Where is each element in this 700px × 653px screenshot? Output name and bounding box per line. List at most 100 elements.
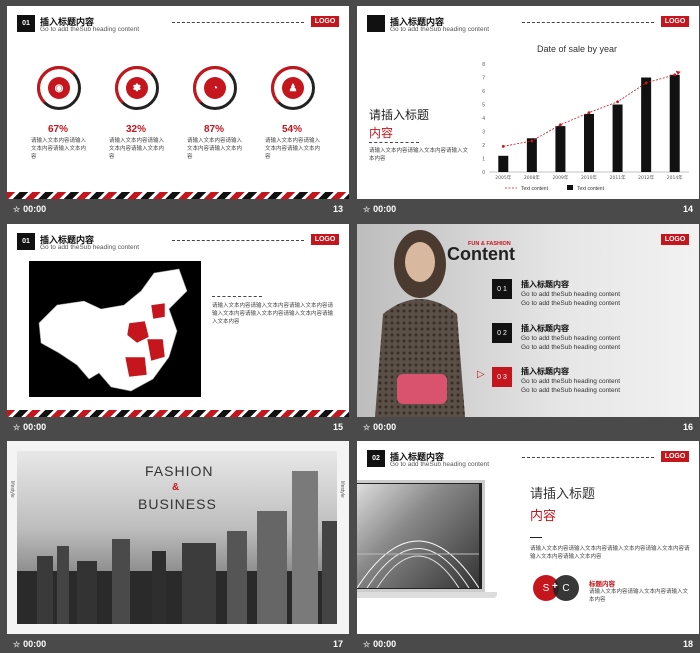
china-map <box>29 261 201 397</box>
line-point <box>501 144 505 148</box>
header-subtitle: Go to add theSub heading content <box>390 26 490 33</box>
item-title: 插入标题内容 <box>521 280 569 289</box>
slide-info-bar: ☆ 00:00 18 <box>357 634 699 653</box>
y-tick-label: 0 <box>482 170 485 176</box>
item-number-box: 0 1 <box>492 279 512 299</box>
logo: LOGO <box>661 234 689 245</box>
slide-thumb-18[interactable]: 02 插入标题内容 Go to add theSub heading conte… <box>357 441 699 653</box>
line-point <box>559 123 562 127</box>
slide-thumb-17[interactable]: FASHION & BUSINESS lifestyle lifestyle ☆… <box>7 441 349 653</box>
side-text: lifestyle <box>9 481 15 498</box>
section-number: 01 <box>17 15 35 32</box>
slide-title: 请插入标题 <box>369 108 430 122</box>
headline-word: BUSINESS <box>138 496 217 512</box>
y-tick-label: 8 <box>482 62 485 68</box>
item-number: 0 2 <box>497 329 507 337</box>
logo: LOGO <box>661 451 689 462</box>
timing-label: 00:00 <box>23 204 47 214</box>
header-subtitle: Go to add theSub heading content <box>40 244 140 251</box>
stat-text: 请输入文本内容请输入文本内容请输入文本内容 <box>109 138 165 160</box>
label-text: 请输入文本内容请输入文本内容请输入文本内容 <box>589 589 689 603</box>
header-divider <box>522 22 654 23</box>
item-number-box: 0 3 <box>492 367 512 387</box>
qq-penguin-icon: ♟ <box>282 77 304 99</box>
logo: LOGO <box>661 16 689 27</box>
timing-label: 00:00 <box>373 204 397 214</box>
item-subtitle: Go to add theSub heading content <box>521 291 621 298</box>
baidu-paw-icon: ✽ <box>126 77 148 99</box>
bar <box>641 77 652 172</box>
item-subtitle: Go to add theSub heading content <box>521 300 621 307</box>
item-subtitle: Go to add theSub heading content <box>521 378 621 385</box>
section-number-box <box>367 15 385 32</box>
slide-16: LOGO FUN & FASHION Content 0 1 插入标题内容 Go… <box>357 224 699 417</box>
star-icon[interactable]: ☆ <box>13 640 20 649</box>
slide-info-bar: ☆ 00:00 17 <box>7 634 349 653</box>
bar <box>612 104 623 172</box>
x-tick-label: 2009年 <box>552 174 568 181</box>
stat-ring-2: ✽ <box>115 66 159 110</box>
chart-title: Date of sale by year <box>537 44 618 54</box>
slide-number: 16 <box>682 422 693 432</box>
timing-label: 00:00 <box>373 422 397 432</box>
bar <box>555 126 566 172</box>
slide-info-bar: ☆ 00:00 14 <box>357 199 699 218</box>
item-title: 插入标题内容 <box>521 367 569 376</box>
header-divider <box>172 22 304 23</box>
slide-thumb-13[interactable]: 01 插入标题内容 Go to add theSub heading conte… <box>7 6 349 218</box>
y-tick-label: 4 <box>482 116 485 122</box>
x-tick-label: 2005年 <box>495 174 511 181</box>
star-icon[interactable]: ☆ <box>13 423 20 432</box>
star-icon[interactable]: ☆ <box>363 640 370 649</box>
item-subtitle: Go to add theSub heading content <box>521 335 621 342</box>
slide-title: 请插入标题 <box>530 487 596 502</box>
logo: LOGO <box>311 16 339 27</box>
legend-label: Text content <box>577 186 605 192</box>
legend-label: Text content <box>521 186 549 192</box>
content-heading: Content <box>447 244 515 264</box>
map-land <box>38 268 188 392</box>
item-arrow-icon: ▷ <box>477 369 485 380</box>
slide-thumb-14[interactable]: 插入标题内容 Go to add theSub heading content … <box>357 6 699 218</box>
item-subtitle: Go to add theSub heading content <box>521 344 621 351</box>
stripe-border <box>7 192 349 199</box>
stat-text: 请输入文本内容请输入文本内容请输入文本内容 <box>31 138 87 160</box>
slide-thumb-15[interactable]: 01 插入标题内容 Go to add theSub heading conte… <box>7 224 349 436</box>
timing-label: 00:00 <box>23 422 47 432</box>
side-text: lifestyle <box>339 481 345 498</box>
header-divider <box>172 240 304 241</box>
slide-number: 14 <box>682 204 693 214</box>
stat-text: 请输入文本内容请输入文本内容请输入文本内容 <box>187 138 243 160</box>
star-icon[interactable]: ☆ <box>363 205 370 214</box>
line-point <box>587 111 591 114</box>
slide-15: 01 插入标题内容 Go to add theSub heading conte… <box>7 224 349 417</box>
circle-plus: + <box>552 581 558 592</box>
slide-number: 17 <box>332 639 343 649</box>
bar <box>498 155 509 172</box>
header-divider <box>522 457 654 458</box>
star-icon[interactable]: ☆ <box>13 205 20 214</box>
circle-c-label: C <box>562 582 570 594</box>
y-tick-label: 2 <box>482 143 485 149</box>
header-subtitle: Go to add theSub heading content <box>40 26 140 33</box>
legend-bar-swatch <box>567 185 573 190</box>
slide-number: 13 <box>332 204 343 214</box>
slide-info-bar: ☆ 00:00 13 <box>7 199 349 218</box>
stat-value: 54% <box>281 124 302 135</box>
y-tick-label: 7 <box>482 76 485 82</box>
bar <box>526 138 537 172</box>
slide-thumb-16[interactable]: LOGO FUN & FASHION Content 0 1 插入标题内容 Go… <box>357 224 699 436</box>
bar <box>584 113 594 172</box>
timing-label: 00:00 <box>373 639 397 649</box>
item-number-box: 0 2 <box>492 323 512 343</box>
timing-label: 00:00 <box>23 639 47 649</box>
stat-ring-1: ◉ <box>37 66 81 110</box>
stripe-border <box>7 410 349 417</box>
item-subtitle: Go to add theSub heading content <box>521 387 621 394</box>
x-tick-label: 2014年 <box>667 174 683 181</box>
y-tick-label: 1 <box>482 157 485 163</box>
y-tick-label: 3 <box>482 130 485 136</box>
star-icon[interactable]: ☆ <box>363 423 370 432</box>
sales-chart: 0 1 2 3 4 5 6 7 8 2005年 2008年 2009年 2010年 2011年 2012年 2… <box>482 62 689 192</box>
slide-info-bar: ☆ 00:00 15 <box>7 417 349 436</box>
